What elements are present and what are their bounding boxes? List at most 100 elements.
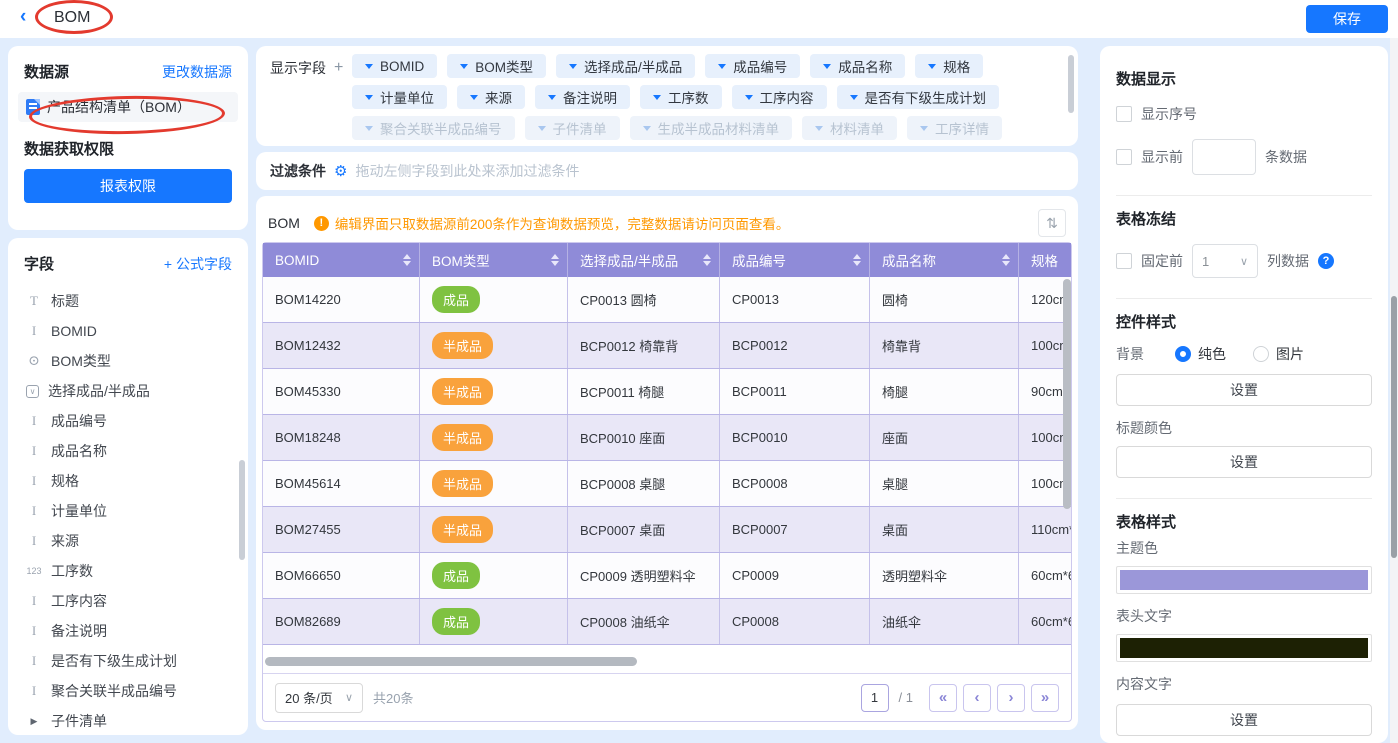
field-item[interactable]: I规格 — [26, 466, 248, 496]
column-sort-icon — [403, 250, 411, 270]
divider — [1116, 498, 1372, 499]
display-field-chip[interactable]: 备注说明 — [535, 85, 630, 109]
field-label: 规格 — [51, 471, 79, 491]
table-cell: BCP0012 椅靠背 — [568, 323, 720, 368]
current-page-input[interactable]: 1 — [861, 684, 889, 712]
display-field-chip[interactable]: BOM类型 — [447, 54, 546, 78]
row-limit-input[interactable] — [1192, 139, 1256, 175]
field-item[interactable]: ⊙BOM类型 — [26, 346, 248, 376]
freeze-count-select[interactable]: 1 ∨ — [1192, 244, 1258, 278]
table-cell: BCP0011 椅腿 — [568, 369, 720, 414]
display-field-chip[interactable]: 工序内容 — [732, 85, 827, 109]
rows-suffix-label: 条数据 — [1265, 147, 1307, 167]
content-text-set-button[interactable]: 设置 — [1116, 704, 1372, 736]
table-cell: 椅腿 — [870, 369, 1019, 414]
show-first-label: 显示前 — [1141, 147, 1183, 167]
field-item[interactable]: ∨选择成品/半成品 — [26, 376, 248, 406]
sort-desc-icon — [403, 261, 411, 270]
column-header[interactable]: BOM类型 — [420, 243, 568, 277]
show-index-checkbox[interactable] — [1116, 106, 1132, 122]
report-permission-button[interactable]: 报表权限 — [24, 169, 232, 203]
save-button[interactable]: 保存 — [1306, 5, 1388, 33]
display-field-chip[interactable]: 规格 — [915, 54, 983, 78]
display-field-chip[interactable]: 成品编号 — [705, 54, 800, 78]
document-icon — [26, 99, 40, 115]
field-item[interactable]: I是否有下级生成计划 — [26, 646, 248, 676]
display-field-chip[interactable]: 是否有下级生成计划 — [837, 85, 1000, 109]
show-first-checkbox[interactable] — [1116, 149, 1132, 165]
display-field-chip[interactable]: 成品名称 — [810, 54, 905, 78]
field-item[interactable]: I来源 — [26, 526, 248, 556]
column-sort-icon — [703, 250, 711, 270]
field-item[interactable]: ▶ 子件清单 — [26, 706, 248, 735]
table-vertical-scrollbar[interactable] — [1063, 279, 1071, 509]
back-icon[interactable]: ‹ — [20, 6, 26, 28]
table-cell: BCP0011 — [720, 369, 870, 414]
type-badge: 成品 — [432, 608, 480, 635]
solid-color-radio[interactable] — [1175, 346, 1191, 362]
display-field-chip[interactable]: 计量单位 — [352, 85, 447, 109]
image-radio[interactable] — [1253, 346, 1269, 362]
next-page-button[interactable]: › — [997, 684, 1025, 712]
field-item[interactable]: I工序内容 — [26, 586, 248, 616]
background-set-button[interactable]: 设置 — [1116, 374, 1372, 406]
caret-down-icon — [815, 126, 823, 135]
change-datasource-link[interactable]: 更改数据源 — [162, 62, 232, 82]
text-field-icon: I — [26, 443, 42, 459]
gear-icon[interactable]: ⚙ — [334, 162, 347, 180]
datasource-item[interactable]: 产品结构清单（BOM） — [18, 92, 238, 122]
first-page-button[interactable]: « — [929, 684, 957, 712]
expand-field-icon: ▶ — [26, 716, 42, 727]
datasource-title: 数据源 — [24, 61, 69, 82]
theme-color-swatch[interactable] — [1116, 566, 1372, 594]
table-row: BOM45614半成品BCP0008 桌腿BCP0008桌腿100cm* — [263, 461, 1071, 507]
prev-page-button[interactable]: ‹ — [963, 684, 991, 712]
field-item[interactable]: 123工序数 — [26, 556, 248, 586]
page-size-select[interactable]: 20 条/页 ∨ — [275, 683, 363, 713]
field-item[interactable]: IBOMID — [26, 316, 248, 346]
table-cell: 桌腿 — [870, 461, 1019, 506]
header-text-color-swatch[interactable] — [1116, 634, 1372, 662]
sort-desc-icon — [853, 261, 861, 270]
column-header[interactable]: BOMID — [263, 243, 420, 277]
last-page-button[interactable]: » — [1031, 684, 1059, 712]
display-field-chip[interactable]: 来源 — [457, 85, 525, 109]
field-item[interactable]: I计量单位 — [26, 496, 248, 526]
sort-icon[interactable]: ⇅ — [1038, 209, 1066, 237]
freeze-columns-checkbox[interactable] — [1116, 253, 1132, 269]
column-header[interactable]: 规格 — [1019, 243, 1071, 277]
display-field-chip[interactable]: 材料清单 — [802, 116, 897, 140]
chips-scrollbar[interactable] — [1068, 55, 1074, 113]
column-header[interactable]: 选择成品/半成品 — [568, 243, 720, 277]
field-item[interactable]: I成品名称 — [26, 436, 248, 466]
display-field-chip[interactable]: 子件清单 — [525, 116, 620, 140]
field-item[interactable]: I成品编号 — [26, 406, 248, 436]
display-field-chip[interactable]: 选择成品/半成品 — [556, 54, 695, 78]
title-color-set-button[interactable]: 设置 — [1116, 446, 1372, 478]
number-field-icon: 123 — [26, 566, 42, 576]
table-row: BOM82689成品CP0008 油纸伞CP0008油纸伞60cm*6 — [263, 599, 1071, 645]
table-cell: BOM45330 — [263, 369, 420, 414]
page-scrollbar-track — [1390, 38, 1398, 743]
type-badge: 成品 — [432, 562, 480, 589]
add-formula-field-link[interactable]: + 公式字段 — [164, 254, 232, 274]
page-scrollbar[interactable] — [1391, 296, 1397, 558]
column-sort-icon — [1002, 250, 1010, 270]
radio-field-icon: ⊙ — [26, 353, 42, 370]
column-header[interactable]: 成品编号 — [720, 243, 870, 277]
display-field-chip[interactable]: BOMID — [352, 54, 437, 78]
field-label: 子件清单 — [51, 711, 107, 731]
help-icon[interactable]: ? — [1318, 253, 1334, 269]
fields-scrollbar[interactable] — [239, 460, 245, 560]
field-item[interactable]: T标题 — [26, 286, 248, 316]
display-field-chip[interactable]: 工序数 — [640, 85, 722, 109]
column-header[interactable]: 成品名称 — [870, 243, 1019, 277]
field-item[interactable]: I备注说明 — [26, 616, 248, 646]
table-horizontal-scrollbar[interactable] — [265, 657, 637, 666]
display-field-chip[interactable]: 生成半成品材料清单 — [630, 116, 793, 140]
display-field-chip[interactable]: 工序详情 — [907, 116, 1002, 140]
add-field-icon[interactable]: + — [334, 59, 343, 77]
display-fields-panel: 显示字段 + BOMIDBOM类型选择成品/半成品成品编号成品名称规格计量单位来… — [256, 46, 1078, 146]
display-field-chip[interactable]: 聚合关联半成品编号 — [352, 116, 515, 140]
field-item[interactable]: I聚合关联半成品编号 — [26, 676, 248, 706]
